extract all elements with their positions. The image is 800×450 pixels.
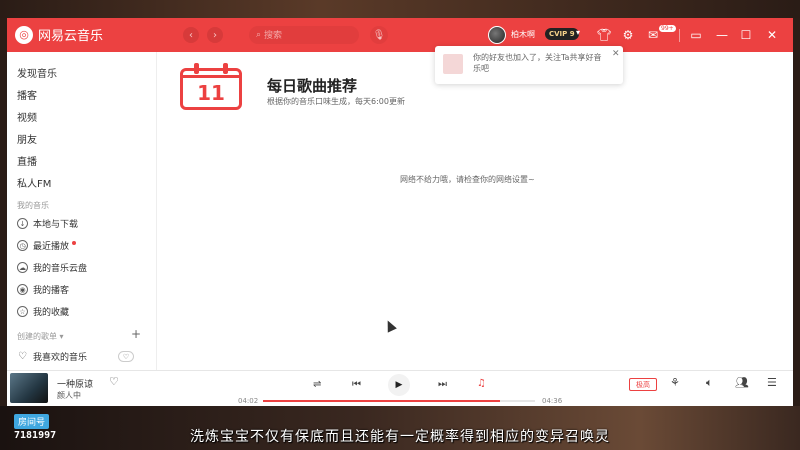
vip-badge[interactable]: CVIP 9 <box>545 28 579 40</box>
next-track-icon[interactable]: ⏭︎ <box>438 379 447 390</box>
cloud-icon: ☁ <box>17 262 28 273</box>
search-input[interactable] <box>264 30 345 40</box>
volume-icon[interactable]: 🔈︎ <box>706 376 713 390</box>
download-icon: ↓ <box>17 218 28 229</box>
friend-notification[interactable]: 你的好友也加入了，关注Ta共享好音乐吧 ✕ <box>435 46 623 84</box>
network-error-message: 网络不给力哦，请检查你的网络设置~ <box>400 175 535 184</box>
plus-icon: + <box>131 327 142 341</box>
sidebar: 发现音乐 播客 视频 朋友 直播 私人FM 我的音乐 ↓ 本地与下载 ◷ 最近播… <box>7 52 157 370</box>
sidebar-item-my-podcast[interactable]: ◉ 我的播客 <box>17 283 69 296</box>
sidebar-item-label: 我喜欢的音乐 <box>33 353 88 363</box>
chevron-right-icon: › <box>213 29 217 41</box>
sidebar-item-discover[interactable]: 发现音乐 <box>17 65 57 80</box>
stream-subtitle: 洗炼宝宝不仅有保底而且还能有一定概率得到相应的变异召唤灵 <box>190 428 610 444</box>
sidebar-item-label: 我的收藏 <box>33 308 70 318</box>
mouse-cursor-icon <box>383 318 397 333</box>
notification-text: 你的好友也加入了，关注Ta共享好音乐吧 <box>473 53 602 73</box>
heart-mode-button[interactable]: ♡ <box>118 351 134 362</box>
stream-frame-left <box>0 18 7 408</box>
message-count-badge: 99+ <box>659 25 676 32</box>
player-bar: 一种原谅 ♡ 颜人中 ⇌ ⏮︎ ▶ ⏭︎ ♫ 04:02 04:36 极高 ⚘ … <box>7 370 793 406</box>
sidebar-item-live[interactable]: 直播 <box>17 153 37 168</box>
user-avatar[interactable] <box>488 26 506 44</box>
forward-button[interactable]: › <box>207 27 223 43</box>
search-icon: ⌕ <box>256 30 262 40</box>
sidebar-item-label: 我的音乐云盘 <box>33 264 88 274</box>
album-cover[interactable] <box>10 373 48 403</box>
netease-logo-icon: ◎ <box>15 25 33 44</box>
heart-icon: ♡ <box>18 351 27 362</box>
close-icon[interactable]: ✕ <box>763 26 781 44</box>
previous-track-icon[interactable]: ⏮︎ <box>352 379 361 390</box>
music-app-window: ◎ 网易云音乐 ‹ › ⌕ 🎙︎ 柏木啊 CVIP 9 ▾ 👕︎ ⚙ ✉ 99+… <box>7 18 793 406</box>
created-playlists-section[interactable]: 创建的歌单 ▾ <box>17 331 64 342</box>
maximize-icon[interactable]: ☐ <box>737 26 755 44</box>
titlebar-divider <box>679 29 680 42</box>
chevron-down-icon[interactable]: ▾ <box>576 28 580 37</box>
calendar-ring <box>194 63 199 74</box>
skin-icon[interactable]: 👕︎ <box>595 26 613 44</box>
daily-calendar-icon: 11 <box>180 63 242 110</box>
play-mode-icon[interactable]: ⇌ <box>313 379 321 390</box>
friend-avatar-icon <box>443 54 463 74</box>
app-logo[interactable]: ◎ 网易云音乐 <box>15 25 103 44</box>
song-title[interactable]: 一种原谅 <box>57 377 93 390</box>
sidebar-item-podcast[interactable]: 播客 <box>17 87 37 102</box>
settings-icon[interactable]: ⚙ <box>619 26 637 44</box>
playlist-icon[interactable]: ☰ <box>767 376 777 389</box>
miniplayer-icon[interactable]: ▭ <box>687 26 705 44</box>
calendar-bar <box>183 75 239 78</box>
favorite-icon: ☆ <box>17 306 28 317</box>
play-button[interactable]: ▶ <box>388 374 410 396</box>
heart-mode-icon: ♡ <box>122 352 130 361</box>
sidebar-item-recent[interactable]: ◷ 最近播放 <box>17 239 77 252</box>
user-name[interactable]: 柏木啊 <box>511 29 535 40</box>
progress-fill <box>263 400 500 402</box>
search-box[interactable]: ⌕ <box>249 26 359 44</box>
podcast-icon: ◉ <box>17 284 28 295</box>
voice-search-button[interactable]: 🎙︎ <box>370 26 388 44</box>
play-icon: ▶ <box>395 380 403 390</box>
sidebar-item-favorites[interactable]: ☆ 我的收藏 <box>17 305 69 318</box>
new-dot <box>72 240 77 245</box>
microphone-icon: 🎙︎ <box>372 29 386 41</box>
calendar-day: 11 <box>197 81 225 105</box>
sidebar-item-local-download[interactable]: ↓ 本地与下载 <box>17 217 78 230</box>
sidebar-item-video[interactable]: 视频 <box>17 109 37 124</box>
add-playlist-button[interactable]: + <box>131 327 141 341</box>
sidebar-item-cloud[interactable]: ☁ 我的音乐云盘 <box>17 261 87 274</box>
listen-together-icon[interactable]: 👥︎ <box>735 376 749 389</box>
sidebar-item-label: 本地与下载 <box>33 220 79 230</box>
chevron-down-icon: ▾ <box>59 332 64 341</box>
minimize-icon[interactable]: — <box>713 26 731 44</box>
like-song-icon[interactable]: ♡ <box>109 375 119 388</box>
total-time: 04:36 <box>542 397 563 405</box>
sidebar-item-fm[interactable]: 私人FM <box>17 175 51 190</box>
clock-icon: ◷ <box>17 240 28 251</box>
app-name: 网易云音乐 <box>38 29 104 44</box>
current-time: 04:02 <box>238 397 259 405</box>
song-artist[interactable]: 颜人中 <box>57 390 81 401</box>
close-notification-icon[interactable]: ✕ <box>612 49 620 59</box>
chevron-left-icon: ‹ <box>189 29 193 41</box>
sidebar-item-liked-music[interactable]: ♡ 我喜欢的音乐 <box>17 350 87 363</box>
created-playlists-label: 创建的歌单 <box>17 332 57 341</box>
sidebar-item-friends[interactable]: 朋友 <box>17 131 37 146</box>
back-button[interactable]: ‹ <box>183 27 199 43</box>
sound-quality-button[interactable]: 极高 <box>629 378 657 391</box>
my-music-section-label: 我的音乐 <box>17 201 49 210</box>
title-bar: ◎ 网易云音乐 ‹ › ⌕ 🎙︎ 柏木啊 CVIP 9 ▾ 👕︎ ⚙ ✉ 99+… <box>7 18 793 52</box>
sound-effect-icon[interactable]: ⚘ <box>670 376 680 389</box>
progress-bar[interactable] <box>263 400 535 402</box>
page-title: 每日歌曲推荐 <box>267 77 358 95</box>
stream-frame-top <box>0 0 800 18</box>
sidebar-item-label: 最近播放 <box>33 242 70 252</box>
page-subtitle: 根据你的音乐口味生成，每天6:00更新 <box>267 97 405 106</box>
calendar-ring <box>223 63 228 74</box>
lyrics-icon[interactable]: ♫ <box>477 378 486 389</box>
sidebar-item-label: 我的播客 <box>33 286 70 296</box>
stream-frame-right <box>793 18 800 408</box>
